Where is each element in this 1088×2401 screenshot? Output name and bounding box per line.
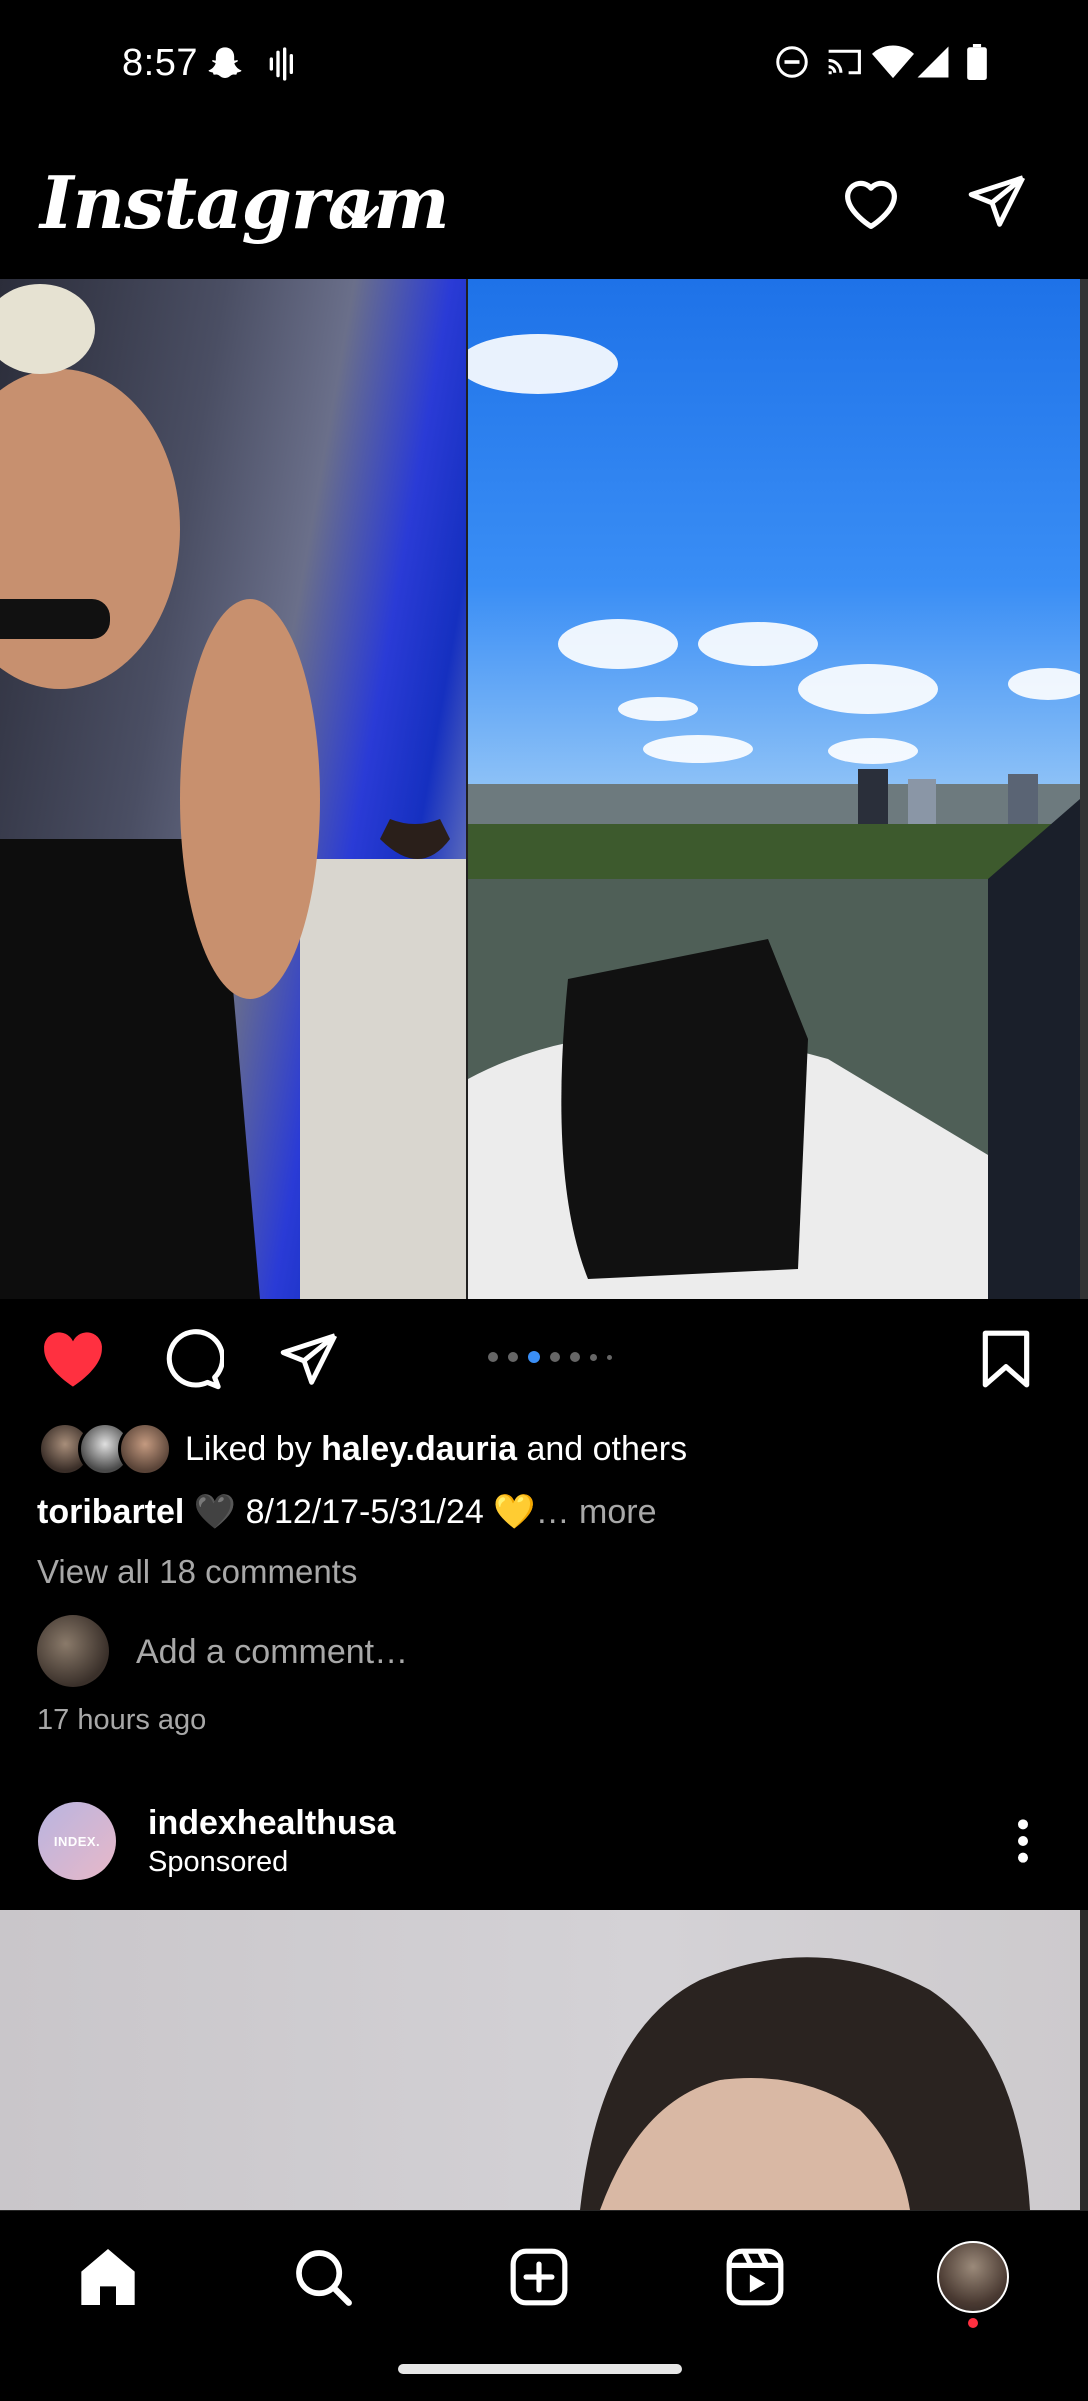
- media-edge: [1080, 1910, 1088, 2210]
- avatar: [118, 1422, 172, 1476]
- liked-by-username[interactable]: haley.dauria: [321, 1430, 517, 1468]
- carousel-indicator: [488, 1350, 612, 1364]
- carousel-slide-current: [458, 279, 1088, 1299]
- sponsored-post-media[interactable]: [0, 1910, 1080, 2210]
- comment-icon[interactable]: [160, 1328, 226, 1397]
- carousel-dot-active: [528, 1351, 540, 1363]
- view-all-comments-link[interactable]: View all 18 comments: [37, 1553, 357, 1591]
- carousel-slide-previous: [0, 279, 466, 1299]
- liked-by-prefix: Liked by: [185, 1430, 322, 1468]
- carousel-dot: [590, 1353, 597, 1361]
- notifications-heart-icon[interactable]: [838, 170, 904, 241]
- sponsor-username[interactable]: indexhealthusa: [148, 1804, 396, 1843]
- signal-icon: [916, 44, 950, 85]
- sponsored-label[interactable]: Sponsored: [148, 1846, 288, 1879]
- avatar: [37, 1615, 109, 1687]
- carousel-dot: [550, 1352, 560, 1362]
- create-post-icon[interactable]: [508, 2246, 570, 2313]
- notification-dot: [968, 2318, 978, 2328]
- liked-by-text[interactable]: Liked by haley.dauria and others: [185, 1430, 687, 1469]
- add-comment-input[interactable]: [136, 1633, 736, 1672]
- carousel-dot: [607, 1354, 612, 1360]
- chevron-down-icon[interactable]: [340, 200, 382, 235]
- avatar[interactable]: INDEX.: [38, 1802, 116, 1880]
- voice-wave-icon: [268, 44, 298, 89]
- do-not-disturb-icon: [774, 44, 810, 85]
- post-timestamp: 17 hours ago: [37, 1704, 207, 1736]
- direct-messages-icon[interactable]: [966, 170, 1028, 237]
- reels-icon[interactable]: [724, 2246, 786, 2313]
- liked-by-suffix: and others: [517, 1430, 688, 1468]
- carousel-dot: [488, 1352, 498, 1362]
- post-caption: toribartel 🖤 8/12/17-5/31/24 💛… more: [37, 1492, 657, 1532]
- search-icon[interactable]: [292, 2246, 354, 2313]
- carousel-dot: [570, 1352, 580, 1362]
- bookmark-icon[interactable]: [978, 1328, 1034, 1395]
- home-icon[interactable]: [76, 2246, 140, 2313]
- caption-more-link[interactable]: … more: [536, 1493, 657, 1531]
- ad-avatar-text: INDEX.: [53, 1833, 101, 1849]
- wifi-icon: [872, 44, 914, 85]
- snapchat-icon: [205, 44, 245, 89]
- caption-text: 🖤 8/12/17-5/31/24 💛: [184, 1493, 536, 1531]
- caption-username[interactable]: toribartel: [37, 1493, 184, 1531]
- carousel-dot: [508, 1352, 518, 1362]
- profile-avatar[interactable]: [937, 2241, 1009, 2313]
- battery-icon: [966, 44, 988, 85]
- more-options-icon[interactable]: [1008, 1816, 1038, 1871]
- cast-icon: [824, 44, 864, 85]
- gesture-home-indicator[interactable]: [398, 2364, 682, 2374]
- carousel-next-peek: [1080, 279, 1088, 1299]
- instagram-logo[interactable]: Instagram: [40, 160, 450, 245]
- like-heart-icon[interactable]: [40, 1328, 106, 1395]
- post-media-carousel[interactable]: [0, 279, 1088, 1299]
- share-icon[interactable]: [278, 1328, 340, 1395]
- status-time: 8:57: [122, 42, 198, 84]
